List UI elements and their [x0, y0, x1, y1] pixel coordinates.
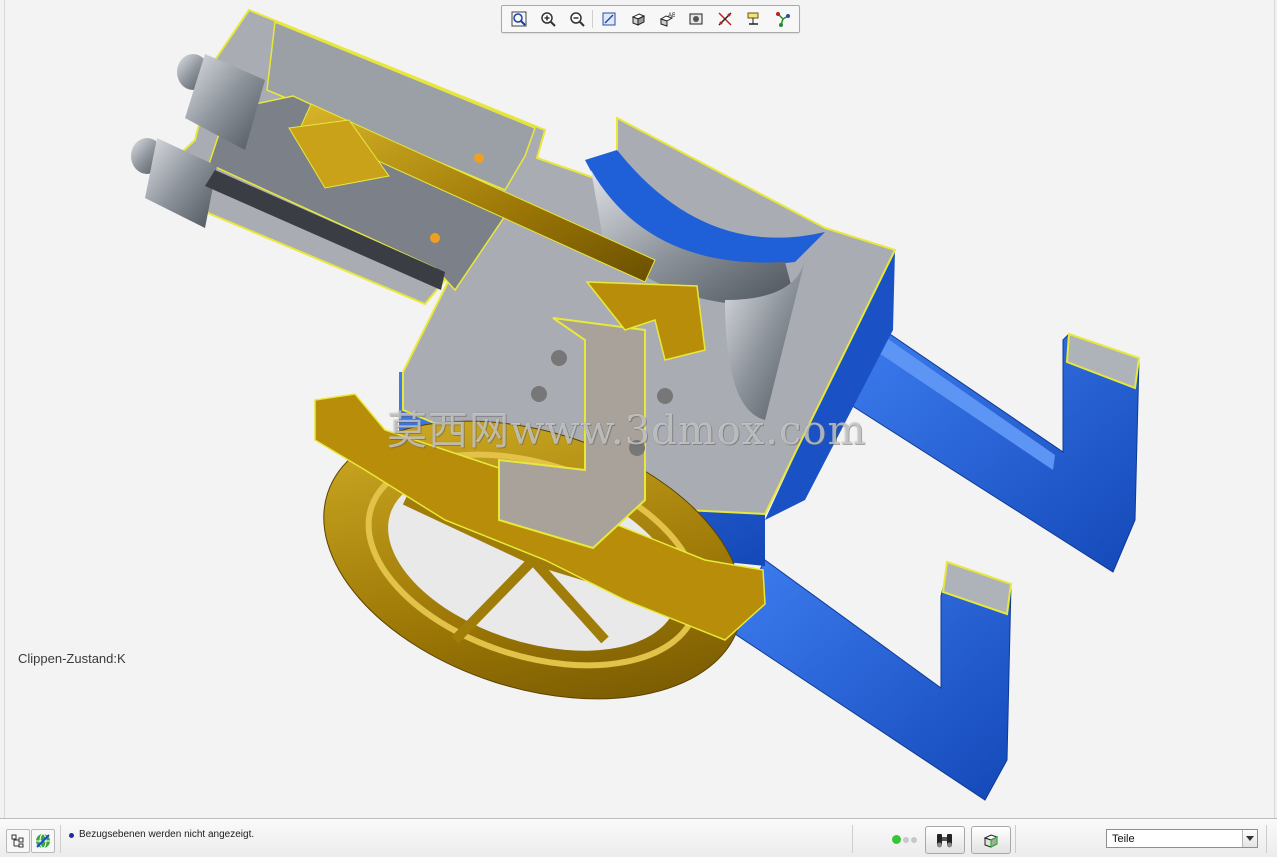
- spin-center-icon: [775, 12, 790, 27]
- saved-views-button[interactable]: AB: [654, 7, 680, 31]
- zoom-fit-button[interactable]: [506, 7, 532, 31]
- zoom-fit-icon: [511, 11, 526, 27]
- statusbar-divider: [1015, 825, 1016, 853]
- status-light-off-icon: [903, 837, 909, 843]
- regeneration-status-lights[interactable]: [892, 835, 917, 844]
- view-manager-button[interactable]: [683, 7, 709, 31]
- selection-filter-dropdown[interactable]: Teile: [1106, 829, 1258, 848]
- spin-center-button[interactable]: [770, 7, 796, 31]
- view-toolbar: AB: [501, 5, 800, 33]
- graphics-viewport[interactable]: AB Clippen-Zustand:K 莫西网www.3dmox.com: [4, 0, 1275, 818]
- zoom-in-button[interactable]: [535, 7, 561, 31]
- binoculars-icon: [937, 834, 952, 848]
- zoom-out-button[interactable]: [564, 7, 590, 31]
- model-tree-toggle-button[interactable]: [6, 829, 30, 853]
- statusbar-divider: [1266, 825, 1267, 853]
- status-message: Bezugsebenen werden nicht angezeigt.: [79, 829, 255, 840]
- browser-toggle-button[interactable]: [31, 829, 55, 853]
- repaint-button[interactable]: [596, 7, 622, 31]
- status-light-green-icon: [892, 835, 901, 844]
- view-manager-icon: [689, 13, 702, 25]
- status-bar: Bezugsebenen werden nicht angezeigt. Tei…: [0, 818, 1277, 857]
- saved-views-icon: AB: [659, 13, 675, 27]
- cad-model-cross-section[interactable]: [5, 0, 1274, 818]
- zoom-in-icon: [540, 12, 556, 27]
- zoom-out-icon: [569, 12, 585, 27]
- display-style-icon: [631, 13, 645, 26]
- statusbar-divider: [852, 825, 853, 853]
- display-style-button[interactable]: [625, 7, 651, 31]
- cube-select-icon: [983, 834, 999, 848]
- annotation-display-button[interactable]: [741, 7, 767, 31]
- model-tree-icon: [11, 834, 24, 848]
- clipping-state-label: Clippen-Zustand:K: [18, 651, 126, 666]
- status-light-off-icon: [911, 837, 917, 843]
- find-button[interactable]: [925, 826, 965, 854]
- statusbar-divider: [60, 825, 61, 853]
- svg-text:AB: AB: [668, 13, 675, 19]
- selection-filter-value: Teile: [1112, 833, 1135, 845]
- globe-icon: [36, 833, 50, 849]
- repaint-icon: [602, 12, 615, 26]
- message-bullet-icon: [69, 833, 74, 838]
- datum-display-icon: [717, 12, 732, 26]
- chevron-down-icon[interactable]: [1242, 830, 1257, 847]
- annotation-display-icon: [747, 12, 758, 25]
- datum-display-button[interactable]: [712, 7, 738, 31]
- toolbar-separator: [592, 10, 593, 28]
- smart-select-button[interactable]: [971, 826, 1011, 854]
